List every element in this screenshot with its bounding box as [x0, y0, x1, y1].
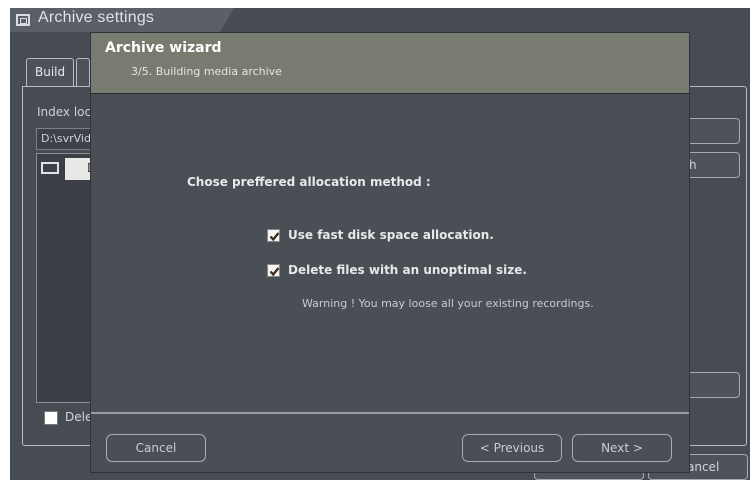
fast-allocation-label: Use fast disk space allocation.	[288, 228, 494, 242]
wizard-header: Archive wizard 3/5. Building media archi…	[91, 33, 689, 94]
fast-allocation-checkbox[interactable]	[267, 229, 280, 242]
wizard-title: Archive wizard	[105, 40, 222, 56]
check-icon	[269, 267, 280, 277]
title-bar: Archive settings	[10, 8, 234, 32]
tab-build[interactable]: Build	[26, 58, 74, 86]
app-icon	[16, 14, 30, 26]
drive-icon	[41, 162, 59, 174]
wizard-content: Chose preffered allocation method : Use …	[91, 94, 689, 414]
wizard-step: 3/5. Building media archive	[131, 65, 282, 78]
allocation-prompt: Chose preffered allocation method :	[187, 175, 431, 189]
previous-button[interactable]: < Previous	[462, 434, 562, 462]
window-title: Archive settings	[38, 9, 155, 26]
warning-text: Warning ! You may loose all your existin…	[302, 297, 594, 310]
archive-wizard-dialog: Archive wizard 3/5. Building media archi…	[90, 32, 690, 473]
delete-unoptimal-checkbox[interactable]	[267, 264, 280, 277]
tab-second[interactable]	[76, 58, 90, 86]
check-icon	[269, 232, 280, 242]
delete-checkbox[interactable]	[44, 411, 58, 425]
delete-unoptimal-label: Delete files with an unoptimal size.	[288, 263, 527, 277]
cancel-button[interactable]: Cancel	[106, 434, 206, 462]
next-button[interactable]: Next >	[572, 434, 672, 462]
delete-checkbox-label: Dele	[65, 410, 93, 424]
index-location-label: Index loc	[37, 105, 92, 119]
